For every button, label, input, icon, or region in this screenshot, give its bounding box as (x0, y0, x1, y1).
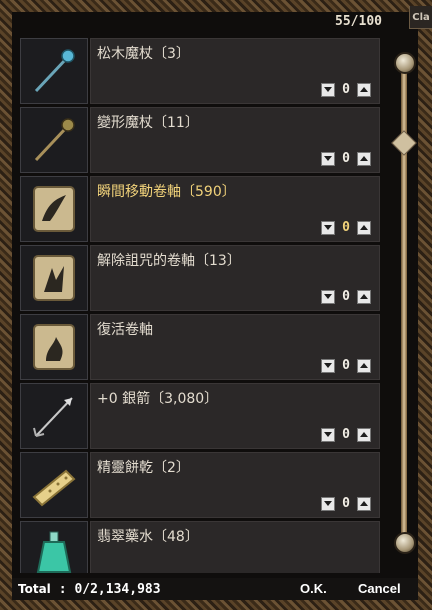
item-slot (20, 107, 88, 173)
wand-icon (34, 49, 75, 93)
quantity-value: 0 (342, 82, 350, 97)
chevron-down-icon (324, 432, 332, 437)
scroll-icon (33, 255, 75, 301)
chevron-up-icon (360, 87, 368, 92)
list-item[interactable]: 精靈餅乾〔2〕 0 (20, 452, 380, 518)
decrease-button[interactable] (321, 220, 335, 235)
list-item[interactable]: 翡翠藥水〔48〕 (20, 521, 380, 573)
potion-icon (36, 531, 72, 573)
chevron-down-icon (324, 363, 332, 368)
item-name: 復活卷軸 (97, 322, 153, 338)
quantity-stepper: 0 (321, 82, 371, 97)
item-info: 復活卷軸 0 (90, 314, 380, 380)
item-info: +0 銀箭〔3,080〕 0 (90, 383, 380, 449)
increase-button[interactable] (357, 220, 371, 235)
list-item[interactable]: 變形魔杖〔11〕 0 (20, 107, 380, 173)
quantity-value: 0 (342, 427, 350, 442)
cookie-icon (32, 469, 76, 507)
quantity-value: 0 (342, 358, 350, 373)
wand-icon (34, 118, 75, 162)
item-slot (20, 383, 88, 449)
increase-button[interactable] (357, 82, 371, 97)
quantity-stepper: 0 (321, 496, 371, 511)
decrease-button[interactable] (321, 427, 335, 442)
list-item[interactable]: 復活卷軸 0 (20, 314, 380, 380)
chevron-down-icon (324, 294, 332, 299)
quantity-stepper: 0 (321, 358, 371, 373)
total-label: Total (18, 582, 51, 596)
item-name: +0 銀箭〔3,080〕 (97, 391, 219, 407)
decrease-button[interactable] (321, 289, 335, 304)
quantity-value: 0 (342, 151, 350, 166)
chevron-down-icon (324, 87, 332, 92)
decrease-button[interactable] (321, 358, 335, 373)
footer-bar: Total : 0/2,134,983 O.K. Cancel (12, 578, 418, 600)
quantity-stepper: 0 (321, 220, 371, 235)
item-info: 松木魔杖〔3〕 0 (90, 38, 380, 104)
item-slot (20, 314, 88, 380)
decrease-button[interactable] (321, 496, 335, 511)
list-item[interactable]: 瞬間移動卷軸〔590〕 0 (20, 176, 380, 242)
increase-button[interactable] (357, 151, 371, 166)
scroll-up-cap[interactable] (394, 52, 416, 74)
scroll-icon (33, 324, 75, 370)
chevron-down-icon (324, 225, 332, 230)
chevron-up-icon (360, 294, 368, 299)
item-slot (20, 245, 88, 311)
increase-button[interactable] (357, 289, 371, 304)
item-name: 變形魔杖〔11〕 (97, 115, 199, 131)
item-list: 松木魔杖〔3〕 0 變形魔杖〔11〕 0 瞬間移動卷軸〔590〕 0 解除詛咒的… (20, 38, 380, 576)
list-item[interactable]: 松木魔杖〔3〕 0 (20, 38, 380, 104)
increase-button[interactable] (357, 496, 371, 511)
decrease-button[interactable] (321, 151, 335, 166)
quantity-value: 0 (342, 220, 350, 235)
decrease-button[interactable] (321, 82, 335, 97)
item-info: 變形魔杖〔11〕 0 (90, 107, 380, 173)
item-name: 翡翠藥水〔48〕 (97, 529, 199, 545)
chevron-down-icon (324, 156, 332, 161)
item-name: 解除詛咒的卷軸〔13〕 (97, 253, 241, 269)
chevron-up-icon (360, 432, 368, 437)
ok-button[interactable]: O.K. (294, 580, 333, 597)
chevron-down-icon (324, 501, 332, 506)
chevron-up-icon (360, 156, 368, 161)
item-info: 瞬間移動卷軸〔590〕 0 (90, 176, 380, 242)
increase-button[interactable] (357, 358, 371, 373)
item-slot (20, 521, 88, 573)
item-slot (20, 38, 88, 104)
quantity-stepper: 0 (321, 289, 371, 304)
chevron-up-icon (360, 501, 368, 506)
item-slot (20, 176, 88, 242)
quantity-stepper: 0 (321, 427, 371, 442)
capacity-counter: 55/100 (335, 14, 382, 29)
item-slot (20, 452, 88, 518)
item-info: 翡翠藥水〔48〕 (90, 521, 380, 573)
item-info: 精靈餅乾〔2〕 0 (90, 452, 380, 518)
chevron-up-icon (360, 225, 368, 230)
item-name: 精靈餅乾〔2〕 (97, 460, 190, 476)
close-tab[interactable]: Cla (409, 6, 432, 29)
scrollbar[interactable] (391, 52, 417, 554)
increase-button[interactable] (357, 427, 371, 442)
scroll-icon (33, 186, 75, 232)
quantity-value: 0 (342, 496, 350, 511)
total-value: : 0/2,134,983 (58, 581, 161, 597)
item-info: 解除詛咒的卷軸〔13〕 0 (90, 245, 380, 311)
cancel-button[interactable]: Cancel (352, 580, 407, 597)
quantity-value: 0 (342, 289, 350, 304)
item-name: 松木魔杖〔3〕 (97, 46, 190, 62)
scroll-down-cap[interactable] (394, 532, 416, 554)
list-item[interactable]: +0 銀箭〔3,080〕 0 (20, 383, 380, 449)
arrow-icon (33, 397, 73, 437)
quantity-stepper: 0 (321, 151, 371, 166)
chevron-up-icon (360, 363, 368, 368)
scroll-thumb[interactable] (391, 130, 417, 156)
item-name: 瞬間移動卷軸〔590〕 (97, 184, 236, 200)
list-item[interactable]: 解除詛咒的卷軸〔13〕 0 (20, 245, 380, 311)
